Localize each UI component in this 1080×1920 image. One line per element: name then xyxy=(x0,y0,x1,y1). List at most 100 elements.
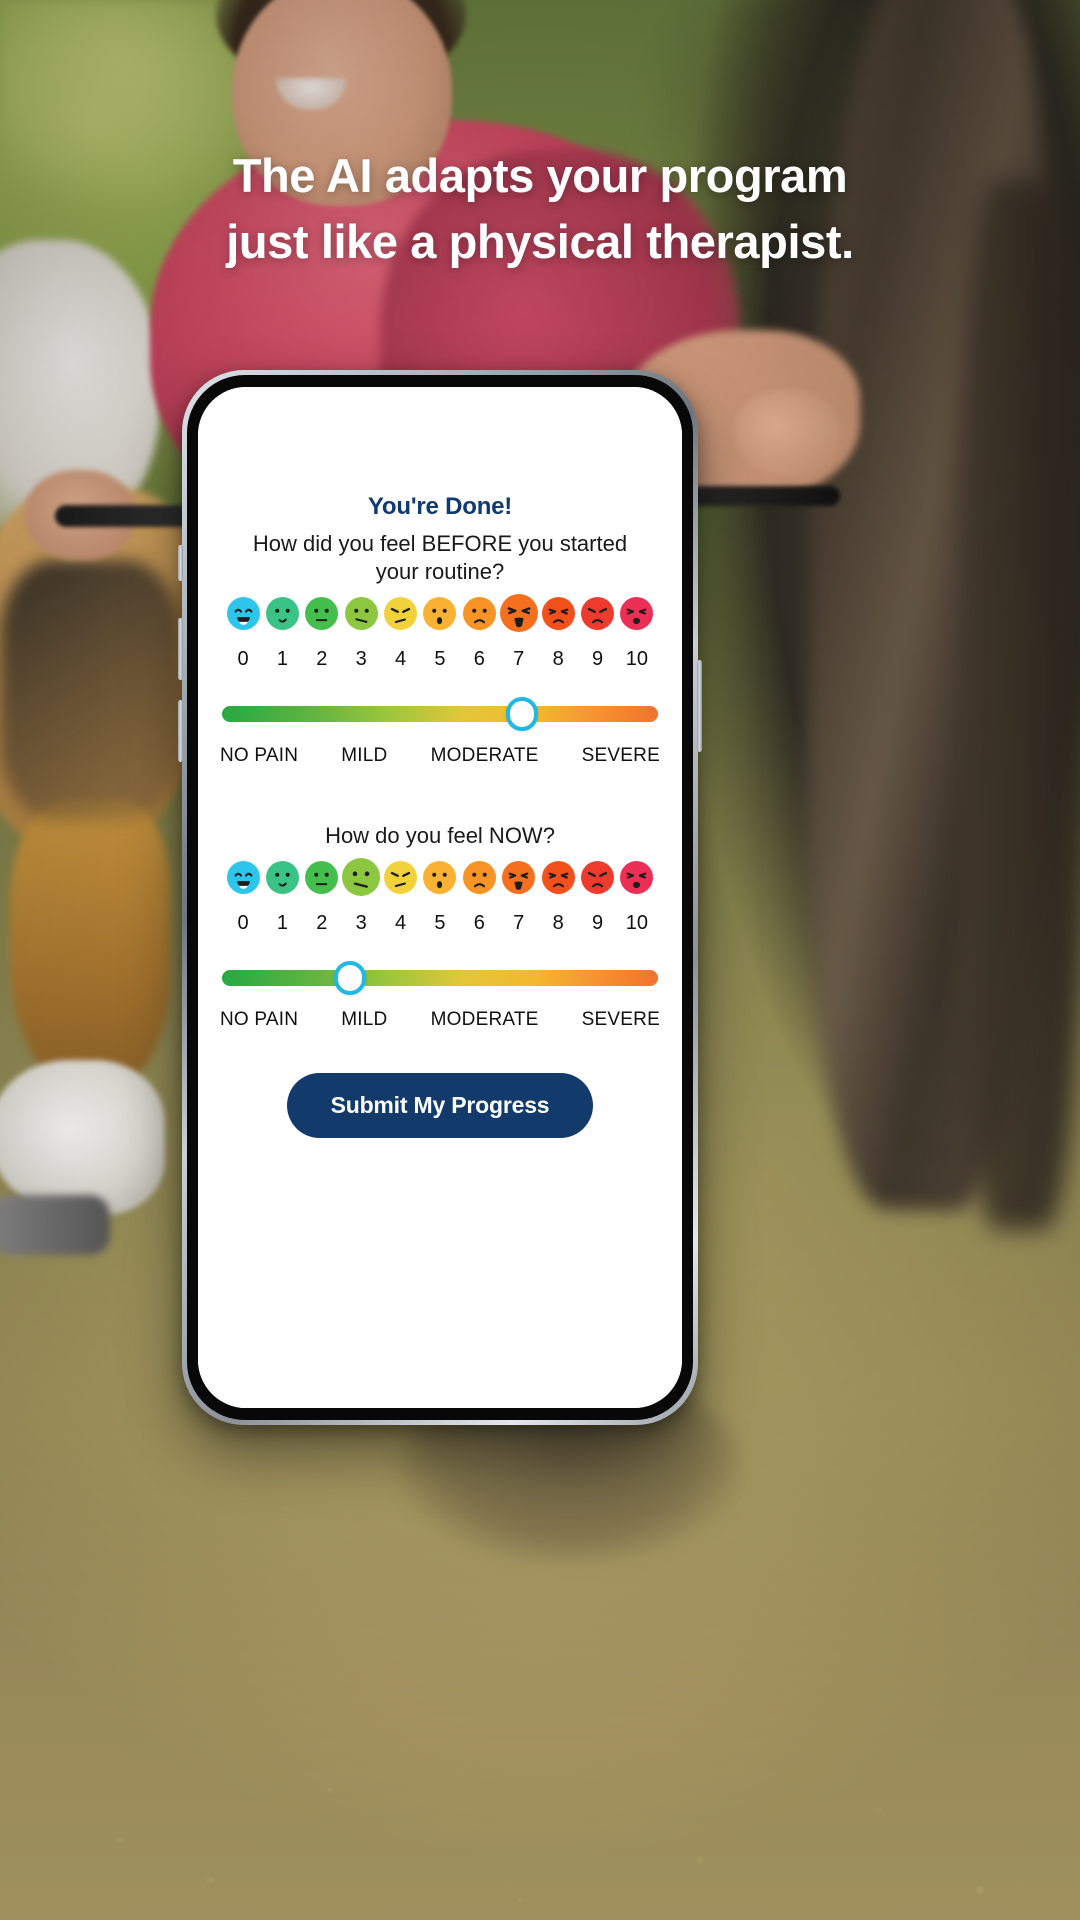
agony-face-icon xyxy=(620,860,654,894)
face-option-3[interactable] xyxy=(342,853,381,901)
submit-progress-button[interactable]: Submit My Progress xyxy=(286,1073,594,1138)
neutral-face-icon xyxy=(305,860,339,894)
now-pain-slider[interactable] xyxy=(218,961,662,995)
laughing-face-icon xyxy=(226,596,260,630)
scale-label-mild: MILD xyxy=(341,1009,388,1030)
before-pain-slider[interactable] xyxy=(218,697,662,731)
scale-number-4[interactable]: 4 xyxy=(382,912,420,935)
scale-label-moderate: MODERATE xyxy=(430,1009,539,1030)
face-option-2[interactable] xyxy=(303,596,341,630)
laughing-face-icon xyxy=(226,860,260,894)
distressed-face-icon xyxy=(499,594,538,632)
face-option-8[interactable] xyxy=(539,596,577,630)
hurting-face-icon xyxy=(541,596,575,630)
face-option-10[interactable] xyxy=(618,860,656,894)
pained-face-icon xyxy=(581,860,615,894)
slight-smile-face-icon xyxy=(265,860,299,894)
face-option-3[interactable] xyxy=(342,596,380,630)
face-option-6[interactable] xyxy=(460,860,498,894)
phone-mockup: You're Done! How did you feel BEFORE you… xyxy=(178,370,702,1425)
scale-number-2[interactable]: 2 xyxy=(303,912,341,935)
annoyed-face-icon xyxy=(384,860,418,894)
face-option-1[interactable] xyxy=(263,596,301,630)
sad-face-icon xyxy=(462,860,496,894)
scale-number-7[interactable]: 7 xyxy=(500,912,538,935)
face-option-9[interactable] xyxy=(579,596,617,630)
now-face-scale[interactable] xyxy=(218,849,662,905)
scale-number-5[interactable]: 5 xyxy=(421,648,459,671)
scale-number-6[interactable]: 6 xyxy=(460,648,498,671)
slight-smile-face-icon xyxy=(265,596,299,630)
now-number-scale[interactable]: 0 1 2 3 4 5 6 7 8 9 10 xyxy=(218,912,662,935)
surprised-face-icon xyxy=(423,596,457,630)
surprised-face-icon xyxy=(423,860,457,894)
scale-number-8[interactable]: 8 xyxy=(539,912,577,935)
hurting-face-icon xyxy=(541,860,575,894)
face-option-0[interactable] xyxy=(224,860,262,894)
face-option-4[interactable] xyxy=(382,860,420,894)
scale-number-1[interactable]: 1 xyxy=(263,648,301,671)
face-option-1[interactable] xyxy=(263,860,301,894)
scale-number-7[interactable]: 7 xyxy=(500,648,538,671)
before-slider-track[interactable] xyxy=(222,706,658,722)
scale-number-0[interactable]: 0 xyxy=(224,648,262,671)
phone-silent-switch[interactable] xyxy=(178,545,183,581)
face-option-9[interactable] xyxy=(579,860,617,894)
unsure-face-icon xyxy=(342,858,381,896)
before-slider-thumb[interactable] xyxy=(505,697,538,731)
face-option-0[interactable] xyxy=(224,596,262,630)
now-slider-thumb[interactable] xyxy=(334,961,367,995)
headline-line-2: just like a physical therapist. xyxy=(226,215,854,268)
phone-volume-down-button[interactable] xyxy=(178,700,183,762)
scale-number-3[interactable]: 3 xyxy=(342,648,380,671)
now-question: How do you feel NOW? xyxy=(325,823,555,848)
face-option-5[interactable] xyxy=(421,596,459,630)
page-title: You're Done! xyxy=(367,493,513,520)
face-option-8[interactable] xyxy=(539,860,577,894)
now-slider-track[interactable] xyxy=(222,970,658,986)
scale-number-4[interactable]: 4 xyxy=(382,648,420,671)
scale-number-3[interactable]: 3 xyxy=(342,912,380,935)
annoyed-face-icon xyxy=(384,596,418,630)
scale-number-10[interactable]: 10 xyxy=(618,912,656,935)
pained-face-icon xyxy=(581,596,615,630)
now-scale-labels: NO PAIN MILD MODERATE SEVERE xyxy=(218,1009,662,1031)
marketing-headline: The AI adapts your program just like a p… xyxy=(0,143,1080,275)
scale-number-8[interactable]: 8 xyxy=(539,648,577,671)
before-scale-labels: NO PAIN MILD MODERATE SEVERE xyxy=(218,745,662,767)
submit-area: Submit My Progress xyxy=(218,1073,662,1138)
sad-face-icon xyxy=(462,596,496,630)
face-option-10[interactable] xyxy=(618,596,656,630)
scale-number-2[interactable]: 2 xyxy=(303,648,341,671)
scale-number-5[interactable]: 5 xyxy=(421,912,459,935)
face-option-5[interactable] xyxy=(421,860,459,894)
scale-label-severe: SEVERE xyxy=(581,1009,660,1030)
face-option-6[interactable] xyxy=(460,596,498,630)
scale-label-no-pain: NO PAIN xyxy=(220,745,299,766)
phone-screen: You're Done! How did you feel BEFORE you… xyxy=(198,387,682,1408)
scale-number-10[interactable]: 10 xyxy=(618,648,656,671)
before-number-scale[interactable]: 0 1 2 3 4 5 6 7 8 9 10 xyxy=(218,648,662,671)
face-option-7[interactable] xyxy=(500,860,538,894)
scale-number-9[interactable]: 9 xyxy=(579,912,617,935)
before-face-scale[interactable] xyxy=(218,585,662,641)
before-question-line-1: How did you feel BEFORE you started xyxy=(252,531,628,556)
neutral-face-icon xyxy=(305,596,339,630)
scale-number-1[interactable]: 1 xyxy=(263,912,301,935)
face-option-2[interactable] xyxy=(303,860,341,894)
distressed-face-icon xyxy=(502,860,536,894)
phone-bezel: You're Done! How did you feel BEFORE you… xyxy=(187,375,693,1420)
face-option-4[interactable] xyxy=(382,596,420,630)
scale-number-0[interactable]: 0 xyxy=(224,912,262,935)
app-screen-content: You're Done! How did you feel BEFORE you… xyxy=(198,387,682,1408)
face-option-7[interactable] xyxy=(499,589,538,637)
scale-number-9[interactable]: 9 xyxy=(579,648,617,671)
headline-line-1: The AI adapts your program xyxy=(232,149,848,202)
unsure-face-icon xyxy=(344,596,378,630)
scale-number-6[interactable]: 6 xyxy=(460,912,498,935)
before-question-line-2: your routine? xyxy=(375,559,505,584)
phone-power-button[interactable] xyxy=(697,660,702,752)
agony-face-icon xyxy=(620,596,654,630)
phone-volume-up-button[interactable] xyxy=(178,618,183,680)
scale-label-severe: SEVERE xyxy=(581,745,660,766)
